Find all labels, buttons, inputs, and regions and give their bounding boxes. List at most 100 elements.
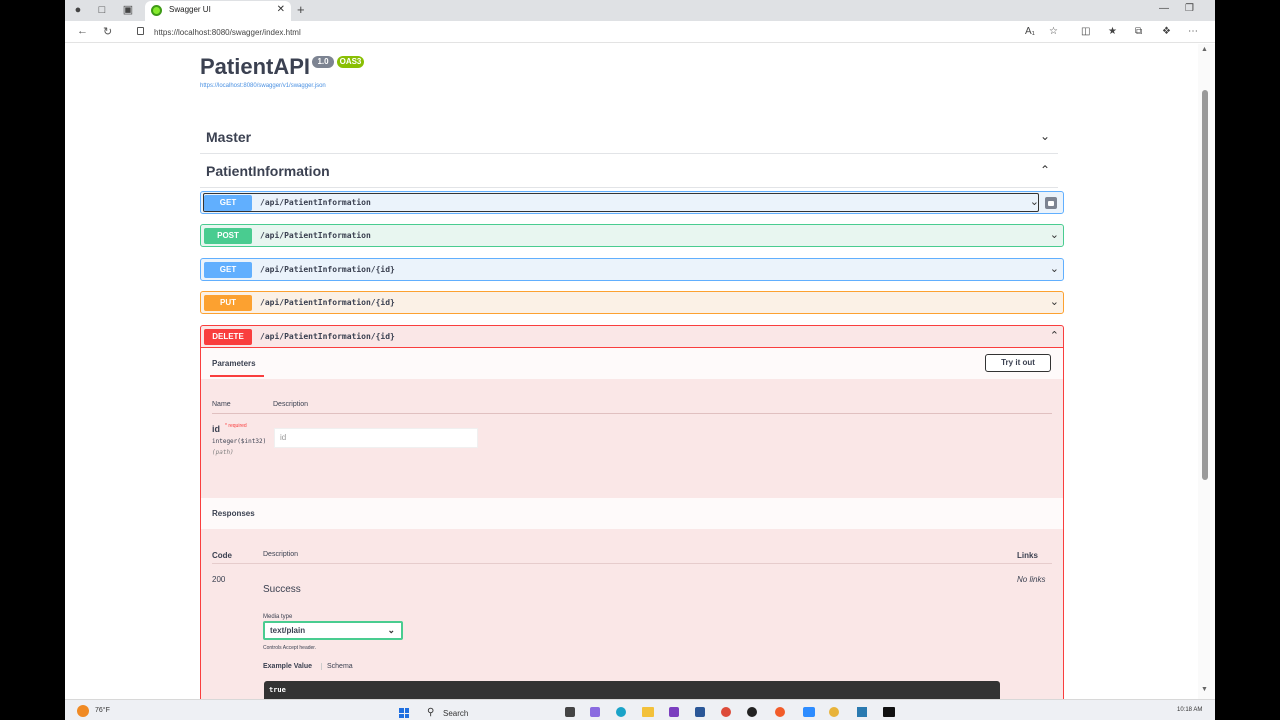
edge-icon[interactable]: [616, 707, 626, 717]
close-tab-icon[interactable]: ✕: [277, 4, 285, 15]
lock-icon: [137, 27, 144, 35]
try-it-out-button[interactable]: Try it out: [985, 354, 1051, 372]
copilot-icon[interactable]: [590, 707, 600, 717]
collections-icon[interactable]: ⧉: [1135, 26, 1142, 37]
media-type-select[interactable]: text/plain ⌄: [263, 621, 403, 640]
start-icon[interactable]: [399, 708, 409, 718]
vertical-scrollbar[interactable]: ▲ ▼: [1198, 44, 1215, 699]
taskbar: 76°F ⚲ Search 10:18 AM: [65, 699, 1215, 720]
postman-icon[interactable]: [775, 707, 785, 717]
media-type-note: Controls Accept header.: [263, 645, 317, 651]
schema-tab[interactable]: Schema: [321, 663, 353, 670]
example-body: true: [269, 686, 286, 694]
col-code: Code: [212, 551, 232, 560]
method-badge: POST: [204, 228, 252, 244]
browser-window: ● □ ▣ Swagger UI ✕ + — ❐ ← ↻ https://loc…: [65, 0, 1215, 720]
chevron-up-icon: ⌃: [1049, 330, 1059, 342]
chevron-down-icon: ⌄: [1049, 263, 1059, 275]
responses-title: Responses: [212, 509, 255, 518]
endpoint-path: /api/PatientInformation/{id}: [260, 265, 395, 274]
favorite-star-icon[interactable]: ☆: [1049, 26, 1058, 37]
delete-opblock-body: Parameters Try it out Name Description i…: [200, 348, 1064, 703]
authorize-lock-icon[interactable]: [1045, 197, 1057, 209]
refresh-icon[interactable]: ↻: [103, 25, 112, 38]
profile-icon[interactable]: ●: [71, 3, 85, 17]
tab-actions-icon[interactable]: ▣: [121, 3, 135, 17]
opblock-get-list[interactable]: GET /api/PatientInformation ⌄: [200, 191, 1064, 214]
param-type: integer($int32): [212, 438, 267, 445]
media-type-label: Media type: [263, 614, 293, 620]
chevron-down-icon: ⌄: [1039, 129, 1050, 143]
minimize-icon[interactable]: —: [1159, 3, 1169, 14]
chevron-down-icon: ⌄: [387, 625, 395, 635]
terminal-icon[interactable]: [883, 707, 895, 717]
scroll-down-icon[interactable]: ▼: [1201, 686, 1208, 693]
method-badge: GET: [204, 195, 252, 211]
tab-title: Swagger UI: [169, 5, 211, 14]
example-value-tab[interactable]: Example Value: [263, 663, 312, 670]
tab-swagger-ui[interactable]: Swagger UI ✕: [145, 1, 291, 21]
response-description: Success: [263, 584, 301, 595]
paint-icon[interactable]: [829, 707, 839, 717]
more-menu-icon[interactable]: ⋯: [1188, 26, 1198, 37]
maximize-icon[interactable]: ❐: [1185, 3, 1194, 14]
tag-master[interactable]: Master ⌄: [200, 120, 1058, 154]
opblock-put[interactable]: PUT /api/PatientInformation/{id} ⌄: [200, 291, 1064, 314]
search-icon: ⚲: [427, 707, 435, 718]
github-icon[interactable]: [747, 707, 757, 717]
swagger-favicon-icon: [151, 5, 162, 16]
col-links: Links: [1017, 551, 1038, 560]
param-name: id: [212, 424, 220, 434]
tag-name: PatientInformation: [206, 163, 330, 179]
chevron-up-icon: ⌃: [1039, 163, 1050, 177]
favorites-icon[interactable]: ★: [1108, 26, 1117, 37]
scroll-thumb[interactable]: [1202, 90, 1208, 480]
chevron-down-icon: ⌄: [1029, 196, 1039, 208]
visual-studio-icon[interactable]: [669, 707, 679, 717]
param-location: (path): [212, 449, 234, 456]
new-tab-icon[interactable]: +: [297, 2, 305, 17]
parameters-tab[interactable]: Parameters: [212, 359, 256, 368]
split-screen-icon[interactable]: ◫: [1081, 26, 1090, 37]
responses-header: Responses: [201, 498, 1063, 529]
oas-badge: OAS3: [337, 56, 364, 68]
method-badge: GET: [204, 262, 252, 278]
divider: [212, 563, 1052, 564]
weather-icon[interactable]: [77, 705, 89, 717]
scroll-up-icon[interactable]: ▲: [1201, 46, 1208, 53]
clock[interactable]: 10:18 AM: [1177, 707, 1202, 713]
opblock-get-by-id[interactable]: GET /api/PatientInformation/{id} ⌄: [200, 258, 1064, 281]
chrome-icon[interactable]: [721, 707, 731, 717]
endpoint-path: /api/PatientInformation/{id}: [260, 298, 395, 307]
opblock-delete[interactable]: DELETE /api/PatientInformation/{id} ⌃: [200, 325, 1064, 348]
zoom-icon[interactable]: [803, 707, 815, 717]
api-title: PatientAPI: [200, 54, 311, 79]
extensions-icon[interactable]: ❖: [1162, 26, 1171, 37]
no-links: No links: [1017, 575, 1046, 584]
app-icon[interactable]: [695, 707, 705, 717]
tag-patientinformation[interactable]: PatientInformation ⌃: [200, 154, 1058, 188]
task-view-icon[interactable]: [565, 707, 575, 717]
workspaces-icon[interactable]: □: [95, 3, 109, 17]
response-code: 200: [212, 575, 226, 584]
chevron-down-icon: ⌄: [1049, 296, 1059, 308]
method-badge: PUT: [204, 295, 252, 311]
address-bar[interactable]: https://localhost:8080/swagger/index.htm…: [127, 23, 1047, 41]
media-type-value: text/plain: [270, 626, 306, 635]
opblock-post[interactable]: POST /api/PatientInformation ⌄: [200, 224, 1064, 247]
divider: [212, 413, 1052, 414]
id-input[interactable]: id: [274, 428, 478, 448]
spec-link[interactable]: https://localhost:8080/swagger/v1/swagge…: [200, 83, 326, 89]
tag-name: Master: [206, 129, 252, 145]
back-icon[interactable]: ←: [77, 25, 88, 37]
parameters-header: Parameters Try it out: [201, 348, 1063, 379]
endpoint-path: /api/PatientInformation/{id}: [260, 332, 395, 341]
method-badge: DELETE: [204, 329, 252, 345]
read-aloud-icon[interactable]: A₁: [1025, 26, 1035, 37]
address-bar-row: ← ↻ https://localhost:8080/swagger/index…: [65, 21, 1215, 43]
notepad-icon[interactable]: [857, 707, 867, 717]
tab-strip: ● □ ▣ Swagger UI ✕ + — ❐: [65, 0, 1215, 21]
taskbar-search[interactable]: Search: [443, 709, 468, 718]
file-explorer-icon[interactable]: [642, 707, 654, 717]
url-text: https://localhost:8080/swagger/index.htm…: [154, 28, 301, 37]
